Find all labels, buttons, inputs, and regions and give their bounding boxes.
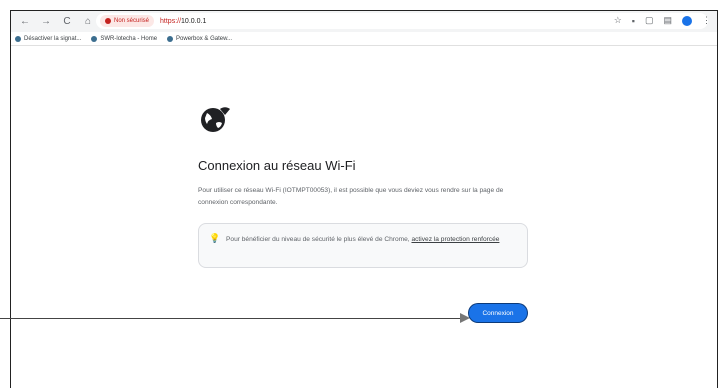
- page-description: Pour utiliser ce réseau Wi-Fi (IOTMPT000…: [198, 187, 504, 206]
- captive-portal-panel: Connexion au réseau Wi-Fi Pour utiliser …: [198, 101, 538, 268]
- sidebar-icon[interactable]: ▢: [645, 15, 654, 26]
- warning-icon: [105, 18, 111, 24]
- reload-icon[interactable]: C: [61, 16, 73, 27]
- bookmarks-bar: Désactiver la signat... SWR-lotecha - Ho…: [11, 32, 717, 46]
- tip-text: Pour bénéficier du niveau de sécurité le…: [226, 234, 516, 246]
- tip-message: Pour bénéficier du niveau de sécurité le…: [226, 236, 412, 243]
- page-title: Connexion au réseau Wi-Fi: [198, 158, 356, 173]
- url-host: 10.0.0.1: [181, 17, 207, 25]
- enhanced-protection-link[interactable]: activez la protection renforcée: [411, 236, 499, 243]
- bookmark-label: Désactiver la signat...: [24, 35, 82, 42]
- annotation-arrow-line: [0, 318, 462, 319]
- forward-icon[interactable]: →: [40, 16, 52, 27]
- extension-icon[interactable]: ▪: [632, 16, 635, 26]
- profile-avatar[interactable]: [682, 15, 692, 26]
- back-icon[interactable]: ←: [19, 16, 31, 27]
- toolbar-actions: ☆ ▪ ▢ ▤ ⋮: [614, 15, 711, 26]
- bookmark-item[interactable]: Désactiver la signat...: [15, 35, 82, 42]
- connect-button[interactable]: Connexion: [469, 304, 527, 322]
- bookmark-label: SWR-lotecha - Home: [100, 35, 158, 42]
- browser-window: ← → C ⌂ Non sécurisé https://10.0.0.1 ☆ …: [10, 10, 718, 388]
- lightbulb-icon: 💡: [209, 233, 221, 243]
- security-tip-box: 💡 Pour bénéficier du niveau de sécurité …: [198, 223, 528, 268]
- browser-toolbar: ← → C ⌂ Non sécurisé https://10.0.0.1 ☆ …: [11, 11, 717, 32]
- bookmark-label: Powerbox & Gatew...: [176, 35, 233, 42]
- security-label: Non sécurisé: [114, 18, 150, 24]
- bookmark-favicon-icon: [91, 35, 98, 42]
- nav-buttons: ← → C ⌂: [19, 16, 94, 27]
- security-chip[interactable]: Non sécurisé: [100, 15, 155, 27]
- menu-icon[interactable]: ⋮: [702, 15, 711, 26]
- bookmark-item[interactable]: SWR-lotecha - Home: [91, 35, 158, 42]
- split-view-icon[interactable]: ▤: [663, 15, 672, 26]
- bookmark-favicon-icon: [167, 35, 174, 42]
- url-scheme: https://: [160, 17, 182, 25]
- bookmark-favicon-icon: [15, 35, 21, 42]
- url-text[interactable]: https://10.0.0.1: [160, 18, 206, 25]
- bookmark-item[interactable]: Powerbox & Gatew...: [167, 35, 233, 42]
- globe-wifi-icon: [201, 107, 230, 132]
- home-icon[interactable]: ⌂: [82, 16, 94, 27]
- star-icon[interactable]: ☆: [614, 15, 622, 26]
